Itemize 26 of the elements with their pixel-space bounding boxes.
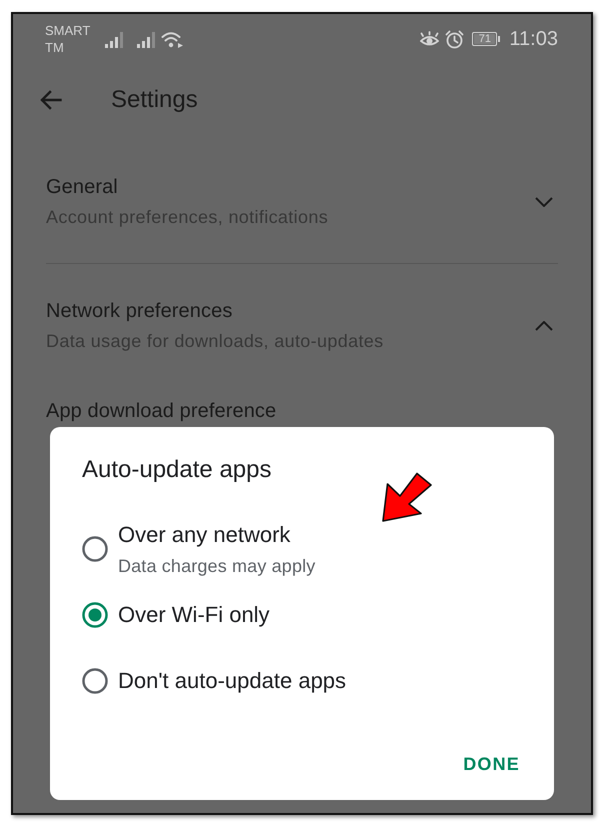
section-title[interactable]: General	[46, 173, 535, 201]
wifi-icon	[161, 31, 184, 48]
radio-button[interactable]	[82, 536, 108, 562]
option-label[interactable]: Over any network	[118, 520, 290, 548]
option-label[interactable]: Don't auto-update apps	[118, 667, 346, 695]
clock-time: 11:03	[509, 27, 558, 51]
page-title: Settings	[111, 85, 198, 115]
chevron-down-icon[interactable]	[535, 197, 553, 207]
signal-icon	[105, 32, 124, 48]
carrier-label: SMART TM	[45, 22, 90, 56]
settings-item-title[interactable]: App download preference	[46, 397, 553, 425]
arrow-icon	[382, 472, 433, 523]
radio-button[interactable]	[82, 668, 108, 694]
chevron-up-icon[interactable]	[535, 321, 553, 331]
battery-indicator: 71	[472, 32, 500, 46]
done-button[interactable]: DONE	[453, 744, 530, 784]
option-description: Data charges may apply	[118, 554, 316, 578]
dialog-title: Auto-update apps	[82, 455, 272, 485]
radio-button[interactable]	[82, 602, 108, 628]
back-button[interactable]	[40, 90, 62, 110]
section-title[interactable]: Network preferences	[46, 297, 535, 325]
signal-icon	[137, 32, 156, 48]
alarm-clock-icon	[445, 30, 464, 48]
back-arrow-icon	[40, 90, 62, 110]
option-label[interactable]: Over Wi-Fi only	[118, 601, 270, 629]
eye-icon	[420, 31, 440, 47]
